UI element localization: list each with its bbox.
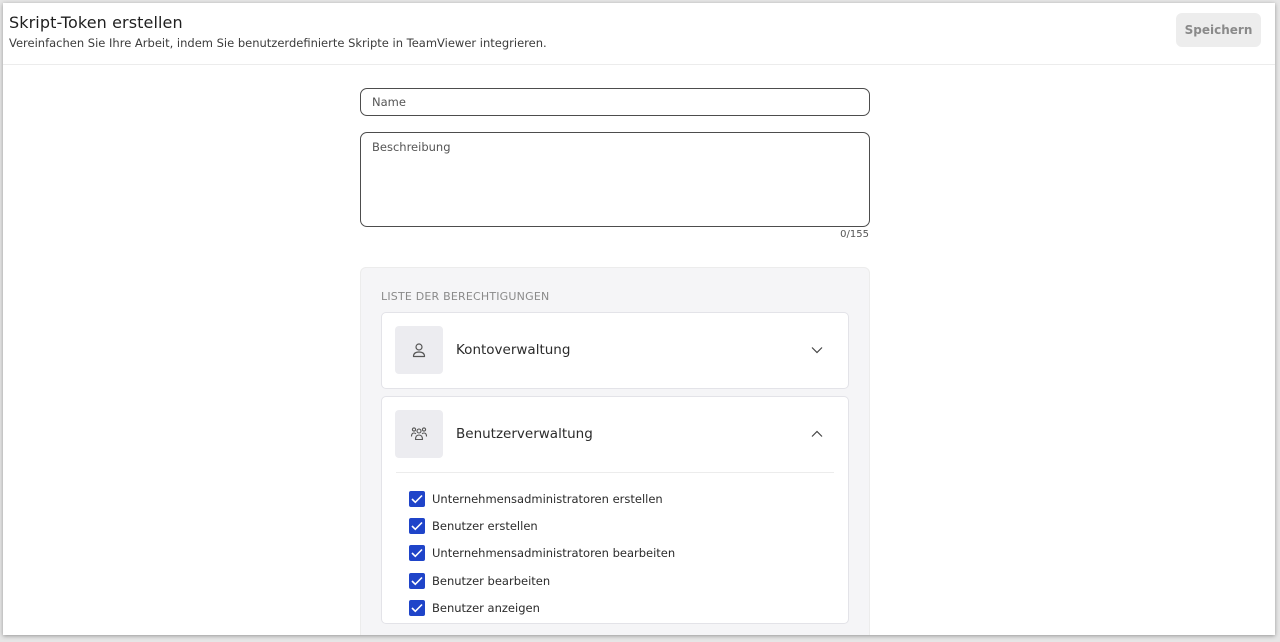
permission-item-label: Benutzer bearbeiten	[432, 573, 551, 588]
app-window: Skript-Token erstellen Vereinfachen Sie …	[3, 3, 1275, 635]
page-header: Skript-Token erstellen Vereinfachen Sie …	[3, 3, 1275, 65]
permission-item-label: Benutzer anzeigen	[432, 600, 540, 615]
description-textarea[interactable]	[360, 132, 870, 227]
permissions-heading: LISTE DER BERECHTIGUNGEN	[381, 290, 550, 303]
save-button[interactable]: Speichern	[1176, 13, 1261, 47]
user-group-icon	[395, 410, 443, 458]
checkbox-checked-icon[interactable]	[409, 517, 425, 534]
chevron-up-icon[interactable]	[810, 427, 824, 441]
permissions-panel: LISTE DER BERECHTIGUNGEN Kontoverwaltung	[360, 267, 870, 635]
page-subtitle: Vereinfachen Sie Ihre Arbeit, indem Sie …	[9, 36, 547, 50]
checkbox-checked-icon[interactable]	[409, 572, 425, 589]
checkbox-checked-icon[interactable]	[409, 490, 425, 507]
name-input[interactable]	[360, 88, 870, 116]
chevron-down-icon[interactable]	[810, 343, 824, 357]
permission-group-users: Benutzerverwaltung Unternehmensadministr…	[381, 396, 849, 625]
checkbox-checked-icon[interactable]	[409, 599, 425, 616]
permission-item[interactable]: Benutzer anzeigen	[396, 594, 834, 621]
permission-item[interactable]: Benutzer bearbeiten	[396, 567, 834, 594]
permission-item[interactable]: Unternehmensadministratoren bearbeiten	[396, 540, 834, 567]
permission-list: Unternehmensadministratoren erstellen Be…	[396, 472, 834, 623]
user-icon	[395, 326, 443, 374]
permission-item[interactable]: Benutzer erstellen	[396, 512, 834, 539]
page-title: Skript-Token erstellen	[9, 13, 183, 32]
token-form: 0/155 LISTE DER BERECHTIGUNGEN Kontoverw…	[360, 88, 870, 635]
permission-group-account: Kontoverwaltung	[381, 312, 849, 389]
checkbox-checked-icon[interactable]	[409, 545, 425, 562]
permission-group-account-label: Kontoverwaltung	[456, 342, 571, 358]
permission-group-users-header[interactable]: Benutzerverwaltung	[382, 397, 848, 472]
character-counter: 0/155	[840, 229, 869, 240]
permission-group-account-header[interactable]: Kontoverwaltung	[382, 313, 848, 388]
permission-item-label: Benutzer erstellen	[432, 518, 538, 533]
permission-item[interactable]: Unternehmensadministratoren erstellen	[396, 485, 834, 512]
permission-group-users-label: Benutzerverwaltung	[456, 426, 593, 442]
permission-item-label: Unternehmensadministratoren erstellen	[432, 491, 663, 506]
permission-item-label: Unternehmensadministratoren bearbeiten	[432, 546, 676, 561]
